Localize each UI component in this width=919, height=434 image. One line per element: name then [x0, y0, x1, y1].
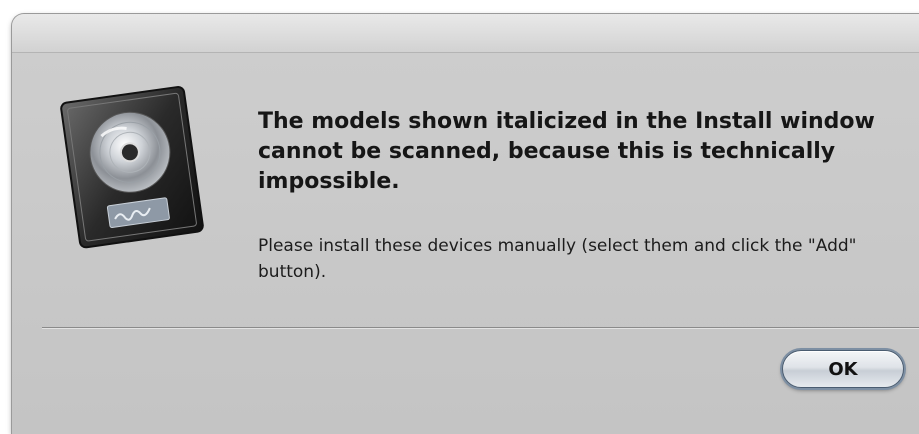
alert-dialog: The models shown italicized in the Insta…	[12, 14, 919, 434]
title-bar[interactable]	[12, 14, 919, 53]
alert-heading: The models shown italicized in the Insta…	[258, 109, 875, 194]
alert-message: Please install these devices manually (s…	[258, 236, 857, 282]
ok-button[interactable]: OK	[782, 350, 904, 388]
separator	[42, 327, 919, 329]
logic-app-icon	[56, 84, 210, 250]
